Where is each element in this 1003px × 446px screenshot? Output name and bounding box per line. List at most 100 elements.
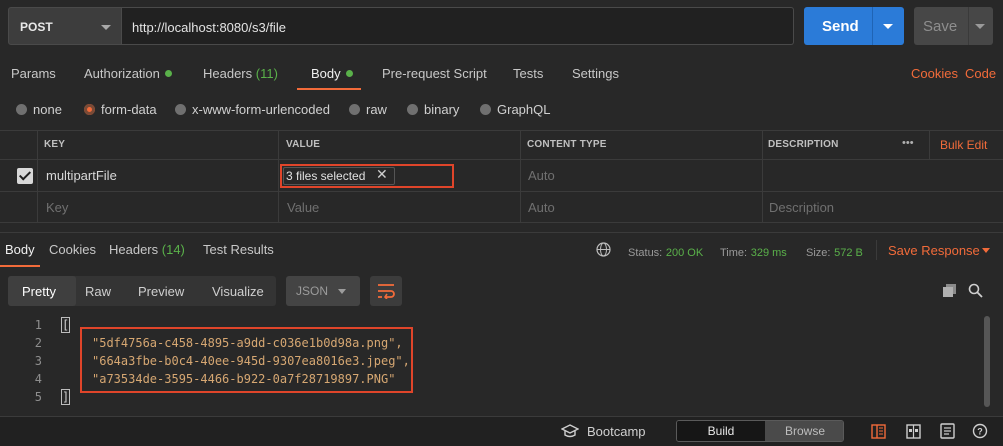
cookies-link[interactable]: Cookies [911, 66, 958, 81]
tab-headers[interactable]: Headers (11) [203, 66, 278, 81]
radio-graphql[interactable]: GraphQL [480, 102, 550, 117]
chevron-down-icon [101, 25, 111, 30]
tab-pre-request-script[interactable]: Pre-request Script [382, 66, 487, 81]
radio-icon [16, 104, 27, 115]
url-value: http://localhost:8080/s3/file [132, 20, 286, 35]
tab-settings[interactable]: Settings [572, 66, 619, 81]
code-link[interactable]: Code [965, 66, 996, 81]
value-placeholder[interactable]: Value [287, 200, 319, 215]
radio-x-www-form-urlencoded[interactable]: x-www-form-urlencoded [175, 102, 330, 117]
bootcamp-link[interactable]: Bootcamp [587, 424, 646, 439]
wrap-icon [378, 284, 395, 299]
radio-none[interactable]: none [16, 102, 62, 117]
line-number: 3 [34, 354, 42, 368]
method-select[interactable]: POST [8, 7, 122, 45]
save-response-button[interactable]: Save Response [888, 243, 980, 258]
build-button[interactable]: Build [677, 421, 765, 441]
send-button[interactable]: Send [804, 7, 904, 45]
row-checkbox[interactable] [17, 168, 33, 184]
status-dot-icon [345, 70, 353, 77]
table-col-divider [37, 130, 38, 222]
search-icon[interactable] [968, 283, 983, 298]
radio-raw-label: raw [366, 102, 387, 117]
copy-icon[interactable] [942, 283, 957, 298]
tab-authorization[interactable]: Authorization [84, 66, 172, 81]
save-label: Save [923, 18, 958, 35]
scrollbar[interactable] [984, 316, 990, 407]
layout-icon[interactable] [906, 424, 921, 439]
radio-graphql-label: GraphQL [497, 102, 551, 117]
send-dropdown-icon[interactable] [883, 24, 893, 29]
key-placeholder[interactable]: Key [46, 200, 68, 215]
globe-icon[interactable] [596, 242, 611, 257]
radio-raw[interactable]: raw [349, 102, 387, 117]
view-visualize-button[interactable]: Visualize [212, 284, 264, 299]
time-value: 329 ms [750, 247, 787, 259]
chevron-down-icon [338, 289, 346, 294]
radio-icon [175, 104, 186, 115]
save-button[interactable]: Save [914, 7, 993, 45]
tab-body[interactable]: Body [311, 66, 353, 81]
response-tab-headers[interactable]: Headers (14) [109, 242, 185, 257]
size-label: Size: [806, 247, 831, 259]
browse-button[interactable]: Browse [765, 421, 843, 441]
highlight-box [80, 327, 413, 393]
tab-tests[interactable]: Tests [513, 66, 543, 81]
bottom-status-bar [0, 416, 1003, 446]
radio-icon [407, 104, 418, 115]
json-open-bracket: [ [60, 317, 71, 333]
response-tab-cookies[interactable]: Cookies [49, 242, 96, 257]
help-icon[interactable]: ? [972, 423, 988, 439]
build-browse-toggle: Build Browse [676, 420, 844, 442]
time-readout: Time: 329 ms [720, 244, 787, 259]
two-pane-view-icon[interactable] [871, 424, 886, 439]
view-pretty-button[interactable]: Pretty [22, 284, 56, 299]
file-select-field[interactable]: 3 files selected ✕ [280, 164, 454, 188]
method-label: POST [20, 20, 53, 34]
url-input[interactable]: http://localhost:8080/s3/file [122, 7, 794, 45]
close-icon[interactable]: ✕ [376, 166, 388, 183]
radio-none-label: none [33, 102, 62, 117]
table-bottom-border [0, 222, 1003, 223]
status-label: Status: [628, 247, 663, 259]
column-header-key: KEY [44, 139, 66, 150]
more-options-icon[interactable]: ••• [902, 137, 914, 149]
response-headers-label: Headers [109, 242, 159, 257]
table-col-divider [520, 130, 521, 222]
bulk-edit-link[interactable]: Bulk Edit [940, 138, 987, 152]
line-number: 2 [34, 336, 42, 350]
tab-body-label: Body [311, 66, 341, 81]
tab-headers-count: (11) [255, 66, 278, 81]
radio-icon [480, 104, 491, 115]
tab-params[interactable]: Params [11, 66, 56, 81]
response-tab-body[interactable]: Body [5, 242, 35, 257]
graduation-cap-icon [561, 424, 579, 438]
column-header-description: DESCRIPTION [768, 139, 839, 150]
row-content-type[interactable]: Auto [528, 168, 555, 183]
content-type-placeholder[interactable]: Auto [528, 200, 555, 215]
tab-authorization-label: Authorization [84, 66, 160, 81]
radio-form-data[interactable]: form-data [84, 102, 157, 117]
line-number: 4 [34, 372, 42, 386]
radio-icon [349, 104, 360, 115]
wrap-lines-button[interactable] [370, 276, 402, 306]
time-label: Time: [720, 247, 748, 259]
view-preview-button[interactable]: Preview [138, 284, 184, 299]
line-number: 1 [34, 318, 42, 332]
response-tab-test-results[interactable]: Test Results [203, 242, 274, 257]
column-header-content-type: CONTENT TYPE [527, 139, 607, 150]
save-dropdown-icon[interactable] [975, 24, 985, 29]
format-label: JSON [296, 284, 329, 298]
table-row-border [0, 191, 1003, 192]
tab-headers-label: Headers [203, 66, 253, 81]
svg-text:?: ? [977, 427, 983, 437]
keyboard-shortcuts-icon[interactable] [940, 423, 955, 439]
active-tab-underline [297, 88, 361, 90]
format-select[interactable]: JSON [286, 276, 360, 306]
radio-binary[interactable]: binary [407, 102, 459, 117]
description-placeholder[interactable]: Description [769, 200, 834, 215]
status-dot-icon [164, 70, 172, 77]
save-response-chevron-icon[interactable] [982, 248, 990, 253]
row-key[interactable]: multipartFile [46, 168, 117, 183]
view-raw-button[interactable]: Raw [85, 284, 111, 299]
